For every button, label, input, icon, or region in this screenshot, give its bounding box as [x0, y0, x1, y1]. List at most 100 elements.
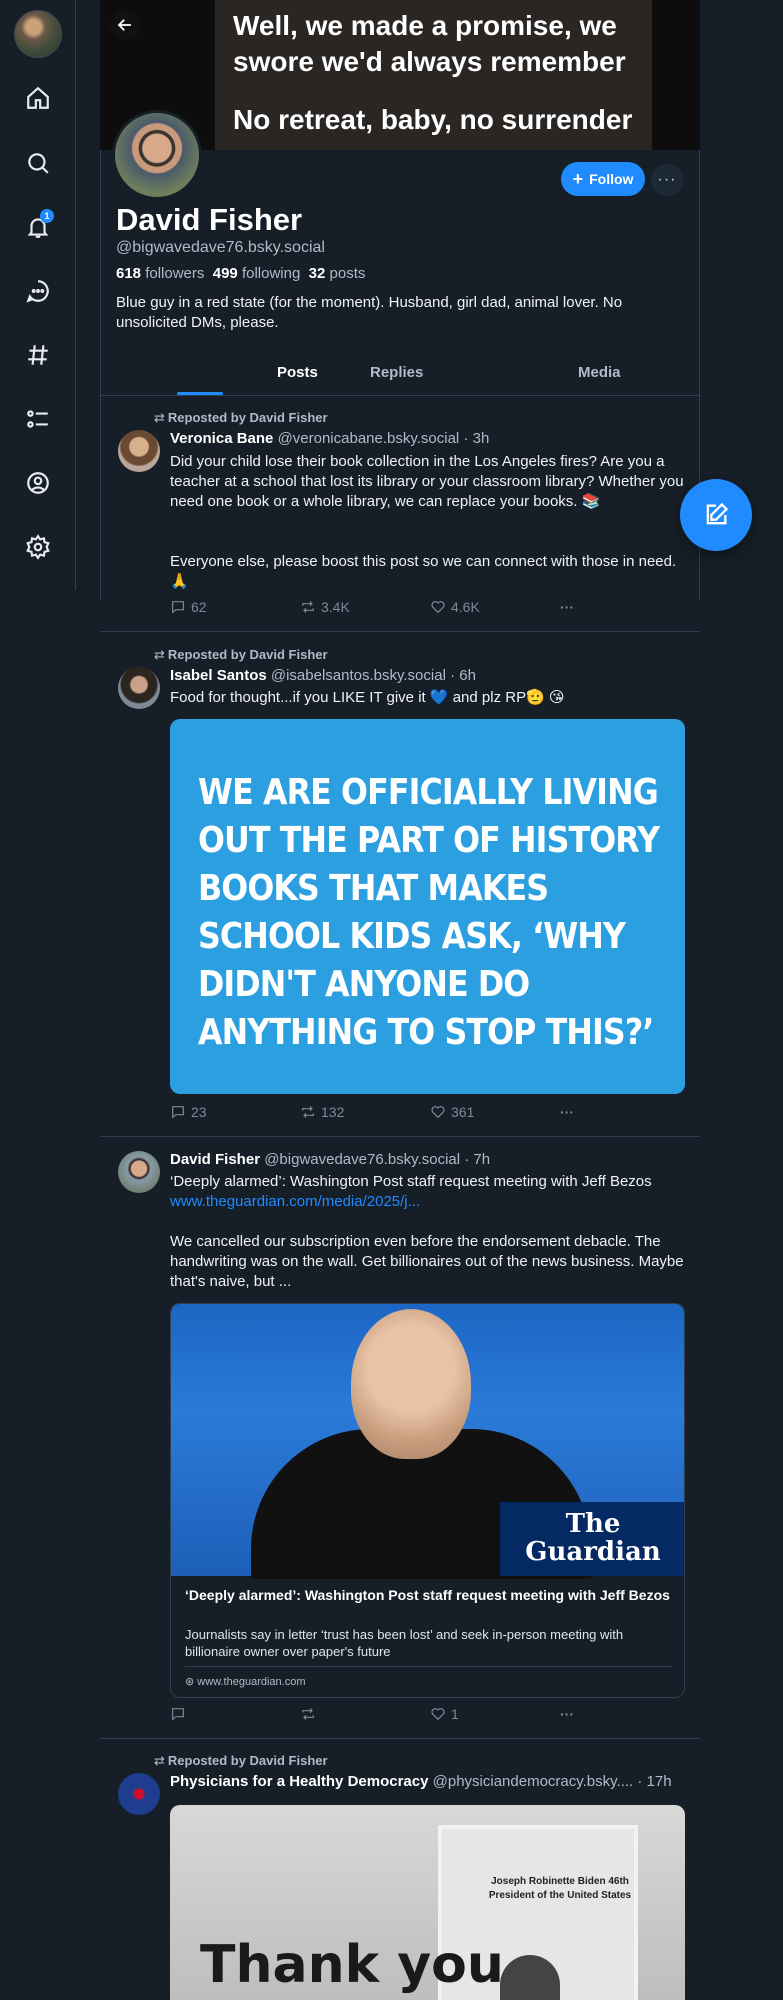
post-more-button[interactable]: ···	[560, 1706, 574, 1722]
link-card-divider	[185, 1666, 673, 1667]
repost-button[interactable]: 132	[300, 1104, 344, 1120]
reply-button[interactable]: 62	[170, 599, 207, 615]
followers-count[interactable]: 618	[116, 265, 141, 282]
post-header: Isabel Santos @isabelsantos.bsky.social …	[170, 667, 476, 684]
posts-label: posts	[329, 265, 366, 282]
posts-count: 32	[308, 265, 326, 282]
post-author-handle[interactable]: @veronicabane.bsky.social	[278, 430, 460, 447]
post-text: Food for thought...if you LIKE IT give i…	[170, 689, 565, 706]
home-icon[interactable]	[18, 78, 58, 118]
link-card-photo: The Guardian	[171, 1304, 684, 1579]
reply-button[interactable]: 23	[170, 1104, 207, 1120]
post-image-thank-you[interactable]: Joseph Robinette Biden 46th President of…	[170, 1805, 685, 2000]
banner-lyric-line1: Well, we made a promise, we swore we'd a…	[233, 10, 626, 77]
post-time: · 7h	[464, 1151, 491, 1168]
profile-more-button[interactable]: ···	[651, 164, 683, 196]
repost-count: 3.4K	[321, 599, 350, 615]
post-time: · 17h	[637, 1773, 672, 1790]
profile-avatar[interactable]	[112, 110, 202, 200]
post-text: ‘Deeply alarmed’: Washington Post staff …	[170, 1173, 652, 1190]
heart-icon	[431, 1708, 445, 1721]
reply-button[interactable]	[170, 1706, 191, 1722]
post-text-2: Everyone else, please boost this post so…	[170, 553, 677, 590]
post-actions: 23 132 361 ···	[170, 1104, 600, 1124]
repost-icon: ⇄	[154, 410, 165, 425]
post-author-avatar[interactable]	[118, 667, 160, 709]
post-author-avatar[interactable]	[118, 1151, 160, 1193]
lists-icon[interactable]	[18, 399, 58, 439]
post-author-handle[interactable]: @isabelsantos.bsky.social	[271, 667, 446, 684]
tab-media[interactable]: Media	[578, 364, 621, 381]
profile-stats: 618 followers 499 following 32 posts	[116, 265, 365, 282]
post-header: David Fisher @bigwavedave76.bsky.social …	[170, 1151, 490, 1168]
link-card-description: Journalists say in letter ‘trust has bee…	[185, 1627, 624, 1659]
like-count: 361	[451, 1104, 475, 1120]
feed-post[interactable]: ⇄ Reposted by David Fisher Veronica Bane …	[100, 396, 700, 632]
reply-count: 23	[191, 1104, 207, 1120]
post-author-avatar[interactable]	[118, 1773, 160, 1815]
following-count[interactable]: 499	[213, 265, 238, 282]
notifications-bell-icon[interactable]: 1	[18, 207, 58, 247]
heart-icon	[431, 601, 445, 614]
guardian-logo: The Guardian	[500, 1502, 684, 1576]
repost-count: 132	[321, 1104, 345, 1120]
post-more-button[interactable]: ···	[560, 599, 574, 615]
following-label[interactable]: following	[242, 265, 300, 282]
chat-icon[interactable]	[18, 271, 58, 311]
plus-icon: +	[572, 169, 584, 189]
notification-badge: 1	[40, 209, 54, 223]
profile-display-name: David Fisher	[116, 202, 303, 237]
current-user-avatar[interactable]	[14, 10, 62, 58]
post-author-name[interactable]: David Fisher	[170, 1151, 260, 1168]
reply-icon	[172, 1708, 184, 1721]
post-more-button[interactable]: ···	[560, 1104, 574, 1120]
compose-post-button[interactable]	[680, 479, 752, 551]
like-button[interactable]: 361	[430, 1104, 474, 1120]
reply-icon	[172, 1106, 184, 1119]
post-link[interactable]: www.theguardian.com/media/2025/j...	[170, 1192, 685, 1212]
reply-icon	[172, 601, 184, 614]
repost-icon: ⇄	[154, 1753, 165, 1768]
like-button[interactable]: 4.6K	[430, 599, 480, 615]
post-author-name[interactable]: Isabel Santos	[170, 667, 267, 684]
tab-posts[interactable]: Posts	[277, 364, 318, 381]
repost-icon	[302, 1708, 314, 1720]
repost-button[interactable]: 3.4K	[300, 599, 350, 615]
post-time: · 3h	[463, 430, 490, 447]
profile-tabs: Posts Replies Media	[100, 354, 700, 396]
repost-indicator: ⇄ Reposted by David Fisher	[154, 1753, 328, 1768]
repost-icon: ⇄	[154, 647, 165, 662]
banner-lyric-line2: No retreat, baby, no surrender	[233, 104, 633, 135]
external-link-card[interactable]: The Guardian ‘Deeply alarmed’: Washingto…	[170, 1303, 685, 1698]
photo-subject-head	[351, 1309, 471, 1459]
settings-gear-icon[interactable]	[18, 527, 58, 567]
compose-pencil-icon	[706, 502, 729, 525]
like-button[interactable]: 1	[430, 1706, 459, 1722]
tab-replies[interactable]: Replies	[370, 364, 423, 381]
image-headline: Thank you	[200, 1935, 504, 1995]
heart-icon	[431, 1106, 445, 1119]
follow-label: Follow	[589, 171, 634, 187]
post-author-handle[interactable]: @physiciandemocracy.bsky....	[433, 1773, 634, 1790]
left-nav: 1	[0, 0, 76, 590]
post-actions: 62 3.4K 4.6K ···	[170, 599, 600, 619]
profile-icon[interactable]	[18, 463, 58, 503]
post-image-quote[interactable]: WE ARE OFFICIALLY LIVING OUT THE PART OF…	[170, 719, 685, 1094]
post-author-handle[interactable]: @bigwavedave76.bsky.social	[264, 1151, 460, 1168]
hashtag-feeds-icon[interactable]	[18, 335, 58, 375]
post-author-name[interactable]: Veronica Bane	[170, 430, 273, 447]
post-header: Physicians for a Healthy Democracy @phys…	[170, 1773, 672, 1790]
like-count: 4.6K	[451, 599, 480, 615]
repost-button[interactable]	[300, 1706, 321, 1722]
profile-handle: @bigwavedave76.bsky.social	[116, 239, 325, 256]
profile-bio: Blue guy in a red state (for the moment)…	[116, 294, 623, 331]
follow-button[interactable]: + Follow	[561, 162, 645, 196]
repost-icon	[302, 1106, 314, 1118]
active-tab-indicator	[177, 392, 223, 395]
post-author-avatar[interactable]	[118, 430, 160, 472]
followers-label[interactable]: followers	[145, 265, 204, 282]
search-icon[interactable]	[18, 143, 58, 183]
globe-icon: ⊛	[185, 1676, 198, 1688]
post-author-name[interactable]: Physicians for a Healthy Democracy	[170, 1773, 428, 1790]
back-button[interactable]	[110, 10, 140, 40]
